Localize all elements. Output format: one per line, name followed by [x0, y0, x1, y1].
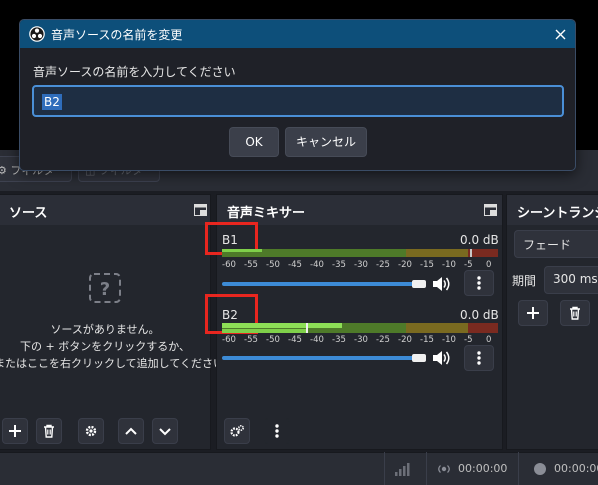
- rename-audio-source-dialog: 音声ソースの名前を変更 音声ソースの名前を入力してください B2 OK キャンセ…: [19, 19, 576, 171]
- plus-icon: [9, 425, 21, 437]
- trash-icon: [570, 306, 580, 320]
- trash-icon: [44, 424, 54, 438]
- meter-scale-label: -60: [222, 335, 236, 345]
- transition-select[interactable]: フェード: [514, 230, 598, 258]
- volume-meter-b1: [222, 249, 498, 257]
- dialog-title: 音声ソースの名前を変更: [51, 28, 183, 42]
- more-vertical-icon: [275, 424, 279, 438]
- meter-scale-label: -60: [222, 260, 236, 270]
- transitions-dock-title: シーントランジ...: [517, 206, 598, 221]
- empty-sources-line1: ソースがありません。: [50, 323, 160, 336]
- meter-scale-label: -20: [398, 335, 412, 345]
- undock-icon[interactable]: [194, 204, 207, 216]
- remove-transition-button[interactable]: [560, 300, 590, 326]
- question-icon: ?: [89, 273, 121, 303]
- speaker-icon[interactable]: [432, 276, 450, 292]
- move-up-button[interactable]: [118, 418, 144, 444]
- plus-icon: [527, 307, 539, 319]
- source-properties-button[interactable]: [78, 418, 104, 444]
- duration-input[interactable]: 300 ms: [544, 266, 598, 294]
- meter-scale-label: -55: [244, 260, 258, 270]
- meter-scale-label: 0: [486, 335, 492, 345]
- meter-scale-label: -45: [288, 335, 302, 345]
- meter-scale-label: -30: [354, 260, 368, 270]
- gears-icon: [230, 424, 245, 437]
- sources-dock-header: ソース: [0, 195, 210, 225]
- meter-scale-label: -5: [464, 335, 473, 345]
- volume-slider-b1[interactable]: [222, 282, 422, 286]
- transitions-dock-header: シーントランジ...: [507, 195, 598, 225]
- cancel-button[interactable]: キャンセル: [285, 127, 367, 157]
- meter-scale-label: -25: [376, 335, 390, 345]
- close-icon[interactable]: [555, 29, 566, 40]
- record-icon: [534, 463, 546, 475]
- meter-scale-label: -55: [244, 335, 258, 345]
- meter-scale-label: 0: [486, 260, 492, 270]
- broadcast-icon: [438, 465, 450, 473]
- channel-menu-button-b2[interactable]: [464, 345, 494, 371]
- meter-scale-label: -40: [310, 335, 324, 345]
- chevron-up-icon: [125, 427, 137, 435]
- mixer-menu-button[interactable]: [264, 418, 290, 444]
- more-vertical-icon: [477, 276, 481, 290]
- channel-level-b2: 0.0 dB: [460, 308, 499, 322]
- dialog-titlebar: 音声ソースの名前を変更: [20, 20, 575, 48]
- channel-level-b1: 0.0 dB: [460, 233, 499, 247]
- meter-scale-label: -25: [376, 260, 390, 270]
- gear-icon: [85, 425, 97, 437]
- advanced-audio-button[interactable]: [224, 418, 250, 444]
- add-source-button[interactable]: [2, 418, 28, 444]
- stream-timer: 00:00:00: [458, 462, 508, 475]
- channel-menu-button-b1[interactable]: [464, 270, 494, 296]
- signal-bars-icon: [395, 463, 410, 476]
- meter-scale-label: -15: [420, 260, 434, 270]
- meter-scale-label: -30: [354, 335, 368, 345]
- record-timer: 00:00:00: [554, 462, 598, 475]
- meter-scale-label: -45: [288, 260, 302, 270]
- obs-logo-icon: [29, 26, 45, 42]
- add-transition-button[interactable]: [518, 300, 548, 326]
- volume-meter-b2: [222, 323, 498, 333]
- empty-sources-line2: 下の + ボタンをクリックするか、: [20, 340, 190, 353]
- status-bar: [0, 452, 598, 485]
- meter-scale-label: -50: [266, 260, 280, 270]
- svg-text:?: ?: [100, 279, 110, 300]
- chevron-down-icon: [159, 428, 171, 436]
- status-divider: [518, 452, 519, 485]
- gear-icon: ⚙: [0, 164, 10, 177]
- status-divider: [384, 452, 385, 485]
- meter-scale-label: -35: [332, 335, 346, 345]
- meter-scale-label: -15: [420, 335, 434, 345]
- meter-scale-label: -35: [332, 260, 346, 270]
- sources-dock-title: ソース: [9, 206, 48, 221]
- meter-scale-label: -10: [442, 260, 456, 270]
- duration-label: 期間: [512, 274, 537, 288]
- move-down-button[interactable]: [152, 418, 178, 444]
- status-divider: [426, 452, 427, 485]
- source-name-input[interactable]: B2: [32, 85, 564, 117]
- meter-scale-label: -40: [310, 260, 324, 270]
- empty-sources-line3: またはここを右クリックして追加してください。: [0, 357, 216, 370]
- source-name-input-value[interactable]: B2: [42, 94, 62, 110]
- undock-icon[interactable]: [484, 204, 497, 216]
- speaker-icon[interactable]: [432, 350, 450, 366]
- volume-slider-b2[interactable]: [222, 356, 422, 360]
- more-vertical-icon: [477, 351, 481, 365]
- mixer-dock-header: 音声ミキサー: [217, 195, 502, 225]
- volume-slider-handle-b2[interactable]: [412, 354, 426, 362]
- remove-source-button[interactable]: [36, 418, 62, 444]
- meter-scale-label: -5: [464, 260, 473, 270]
- dialog-prompt: 音声ソースの名前を入力してください: [33, 65, 236, 79]
- mixer-dock-title: 音声ミキサー: [227, 206, 306, 221]
- volume-slider-handle-b1[interactable]: [412, 280, 426, 288]
- meter-scale-label: -20: [398, 260, 412, 270]
- ok-button[interactable]: OK: [229, 127, 279, 157]
- meter-scale-label: -50: [266, 335, 280, 345]
- meter-scale-label: -10: [442, 335, 456, 345]
